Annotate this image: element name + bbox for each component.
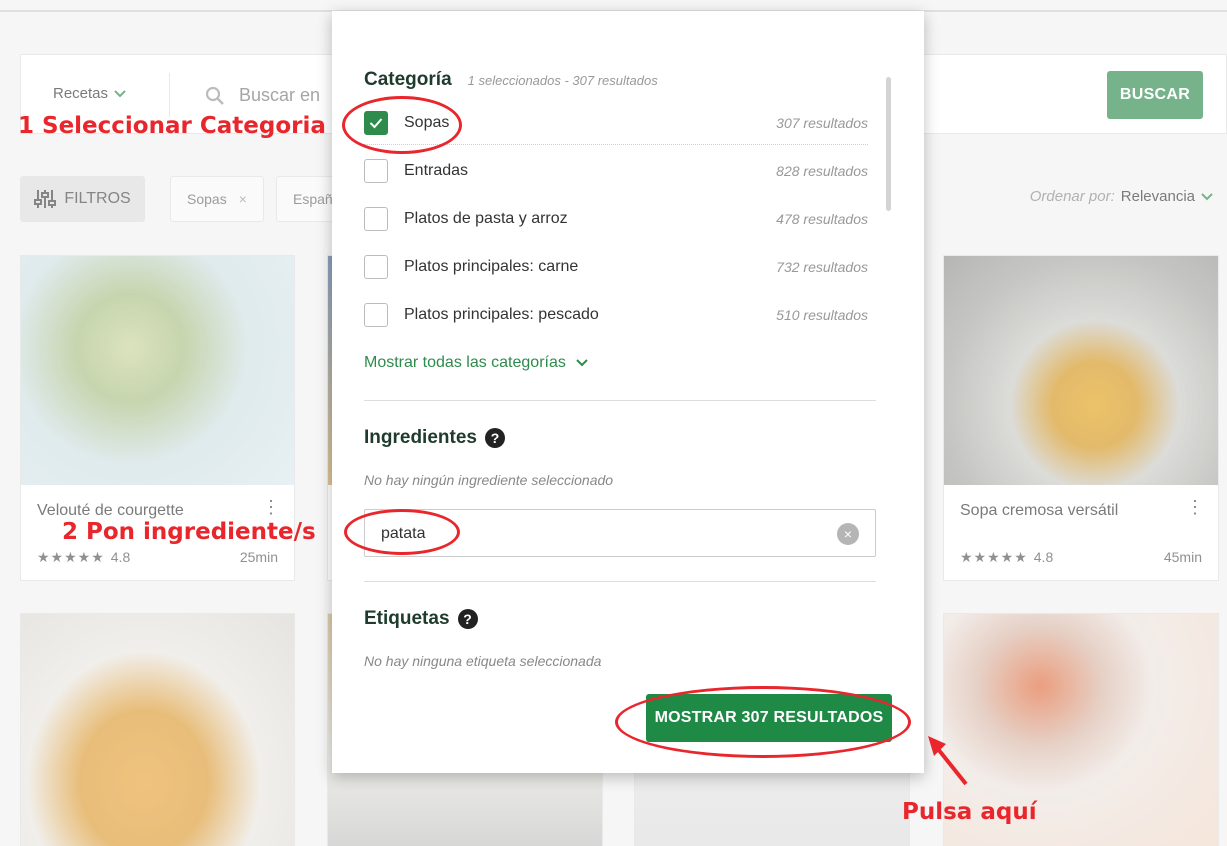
chevron-down-icon: [576, 359, 588, 367]
clear-icon[interactable]: ×: [837, 523, 859, 545]
category-option-count: 828 resultados: [776, 163, 868, 179]
section-divider: [364, 400, 876, 401]
show-results-button[interactable]: MOSTRAR 307 RESULTADOS: [646, 694, 892, 742]
category-option-pescado[interactable]: Platos principales: pescado 510 resultad…: [364, 293, 868, 337]
category-option-label: Platos principales: pescado: [404, 306, 599, 323]
category-option-label: Platos de pasta y arroz: [404, 210, 568, 227]
checkbox[interactable]: [364, 207, 388, 231]
category-option-count: 478 resultados: [776, 211, 868, 227]
scrollbar[interactable]: [886, 77, 891, 211]
arrow-icon: [928, 736, 968, 786]
category-header: Categoría 1 seleccionados - 307 resultad…: [364, 69, 658, 91]
ingredients-header: Ingredientes ?: [364, 427, 505, 449]
annotation-step-2: 2 Pon ingrediente/s: [62, 519, 316, 545]
tags-empty-note: No hay ninguna etiqueta seleccionada: [364, 653, 602, 669]
help-icon[interactable]: ?: [484, 428, 505, 448]
ingredient-field[interactable]: ×: [364, 509, 876, 557]
ingredients-empty-note: No hay ningún ingrediente seleccionado: [364, 472, 614, 488]
show-all-categories-link[interactable]: Mostrar todas las categorías: [364, 354, 588, 372]
category-option-label: Platos principales: carne: [404, 258, 579, 275]
check-icon: [369, 117, 383, 128]
category-option-count: 307 resultados: [776, 114, 868, 131]
category-option-label: Entradas: [404, 162, 469, 179]
annotation-step-3: Pulsa aquí: [902, 799, 1037, 825]
category-option-sopas[interactable]: Sopas 307 resultados: [364, 101, 868, 145]
tags-title: Etiquetas: [364, 608, 450, 629]
category-option-label: Sopas: [404, 113, 450, 131]
category-title: Categoría: [364, 69, 452, 90]
ingredient-input[interactable]: [381, 522, 801, 546]
category-option-count: 510 resultados: [776, 307, 868, 323]
filters-modal: Categoría 1 seleccionados - 307 resultad…: [332, 11, 924, 773]
show-all-categories-label: Mostrar todas las categorías: [364, 354, 566, 371]
category-option-count: 732 resultados: [776, 259, 868, 275]
tags-header: Etiquetas ?: [364, 608, 478, 630]
help-icon[interactable]: ?: [457, 609, 478, 629]
checkbox-checked[interactable]: [364, 110, 388, 135]
section-divider: [364, 581, 876, 582]
annotation-step-1: 1 Seleccionar Categoria: [18, 113, 326, 139]
category-meta: 1 seleccionados - 307 resultados: [467, 72, 658, 88]
checkbox[interactable]: [364, 303, 388, 327]
checkbox[interactable]: [364, 255, 388, 279]
ingredients-title: Ingredientes: [364, 427, 477, 448]
checkbox[interactable]: [364, 159, 388, 183]
category-option-entradas[interactable]: Entradas 828 resultados: [364, 149, 868, 193]
category-option-pasta-arroz[interactable]: Platos de pasta y arroz 478 resultados: [364, 197, 868, 241]
category-option-carne[interactable]: Platos principales: carne 732 resultados: [364, 245, 868, 289]
